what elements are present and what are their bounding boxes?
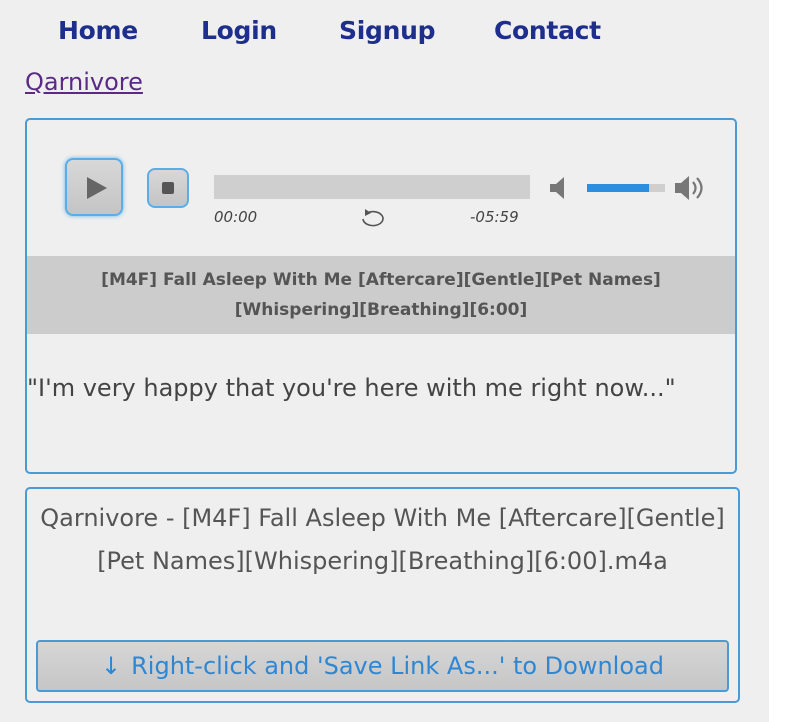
track-title: [M4F] Fall Asleep With Me [Aftercare][Ge… <box>101 270 661 320</box>
file-name: Qarnivore - [M4F] Fall Asleep With Me [A… <box>40 504 725 575</box>
remaining-time: -05:59 <box>470 208 519 226</box>
volume-level <box>587 184 650 192</box>
nav-signup-link[interactable]: Signup <box>339 16 435 45</box>
play-button[interactable] <box>65 158 123 216</box>
volume-slider[interactable] <box>587 184 665 192</box>
page-edge <box>769 0 800 722</box>
stop-button[interactable] <box>147 168 189 208</box>
download-link-button[interactable]: ↓ Right-click and 'Save Link As...' to D… <box>36 640 729 692</box>
download-label: Right-click and 'Save Link As...' to Dow… <box>131 652 664 680</box>
download-box: Qarnivore - [M4F] Fall Asleep With Me [A… <box>25 487 740 703</box>
nav-contact-link[interactable]: Contact <box>494 16 601 45</box>
download-arrow-icon: ↓ <box>101 652 122 680</box>
repeat-icon[interactable] <box>357 209 389 233</box>
seek-bar[interactable] <box>214 175 530 199</box>
track-quote: "I'm very happy that you're here with me… <box>27 374 676 402</box>
volume-max-icon[interactable] <box>673 173 709 207</box>
author-link[interactable]: Qarnivore <box>25 68 143 96</box>
nav-login-link[interactable]: Login <box>201 16 277 45</box>
audio-player: 00:00 -05:59 [M4F] Fall Asleep With Me [… <box>25 118 737 474</box>
nav-home-link[interactable]: Home <box>58 16 138 45</box>
current-time: 00:00 <box>214 208 258 226</box>
volume-mute-icon[interactable] <box>548 175 570 205</box>
stop-icon <box>162 182 174 194</box>
play-icon <box>87 177 107 199</box>
track-title-bar: [M4F] Fall Asleep With Me [Aftercare][Ge… <box>27 256 735 334</box>
